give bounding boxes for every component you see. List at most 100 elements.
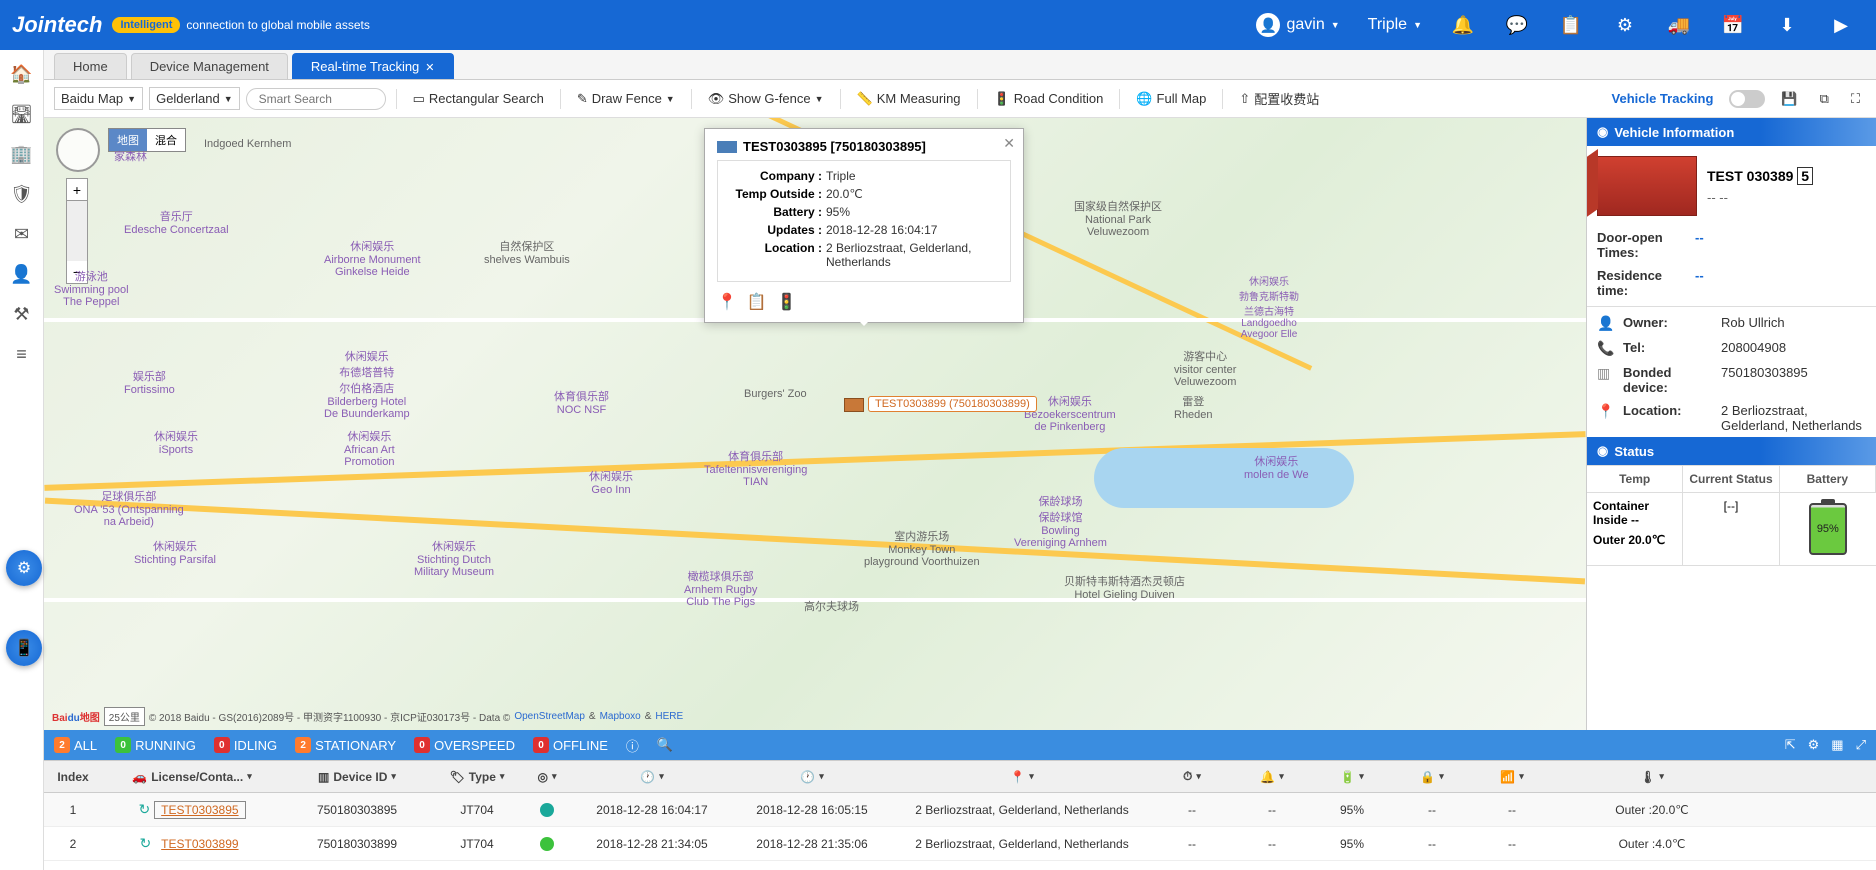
grid-icon[interactable]: ▦	[1831, 737, 1843, 753]
search-input[interactable]	[246, 88, 386, 110]
export-icon[interactable]: ⇱	[1785, 737, 1796, 753]
col-time2[interactable]: 🕐▾	[732, 770, 892, 784]
download-icon[interactable]: ⬇	[1764, 0, 1810, 50]
cell-license: ↻TEST0303899	[102, 835, 282, 852]
chat-icon[interactable]: 💬	[1494, 0, 1540, 50]
home-icon[interactable]: 🏠	[4, 56, 40, 92]
rect-search-button[interactable]: ▭Rectangular Search	[407, 87, 550, 111]
tab-device-mgmt[interactable]: Device Management	[131, 53, 288, 79]
tab-label: Home	[73, 59, 108, 74]
schedule-icon[interactable]: 📅	[1710, 0, 1756, 50]
panel-header-status[interactable]: ◉Status	[1587, 437, 1876, 465]
truck-icon[interactable]: 🚚	[1656, 0, 1702, 50]
license-link[interactable]: TEST0303899	[155, 836, 244, 852]
col-time1[interactable]: 🕐▾	[572, 770, 732, 784]
col-index[interactable]: Index	[44, 770, 102, 784]
popout-icon[interactable]: ⧉	[1814, 87, 1835, 111]
col-speed[interactable]: ⏱▾	[1152, 769, 1232, 784]
filter-stationary[interactable]: 2STATIONARY	[295, 737, 396, 753]
filter-overspeed[interactable]: 0OVERSPEED	[414, 737, 515, 753]
bell-icon[interactable]: 🔔	[1440, 0, 1486, 50]
info-icon[interactable]: ⓘ	[626, 736, 639, 755]
user-icon[interactable]: 👤	[4, 256, 40, 292]
filter-running[interactable]: 0RUNNING	[115, 737, 196, 753]
location-icon[interactable]: 📍	[717, 292, 737, 312]
refresh-icon[interactable]: ↻	[138, 801, 150, 818]
tab-realtime[interactable]: Real-time Tracking✕	[292, 53, 454, 79]
table-row[interactable]: 1 ↻TEST0303895 750180303895 JT704 2018-1…	[44, 793, 1876, 827]
tracking-toggle[interactable]	[1729, 90, 1765, 108]
panel-header-vehicle[interactable]: ◉Vehicle Information	[1587, 118, 1876, 146]
col-temp[interactable]: 🌡▾	[1552, 770, 1752, 784]
col-lock[interactable]: 🔒▾	[1392, 770, 1472, 784]
close-icon[interactable]: ✕	[425, 62, 434, 74]
col-battery[interactable]: 🔋▾	[1312, 770, 1392, 784]
shield-icon[interactable]: 🛡	[4, 176, 40, 212]
building-icon[interactable]: 🏢	[4, 136, 40, 172]
map-poi: 休闲娱乐 Stichting Dutch Military Museum	[414, 538, 494, 578]
route-icon[interactable]: 🛣	[4, 96, 40, 132]
col-license[interactable]: 🚗License/Conta...▾	[102, 770, 282, 784]
col-alarm[interactable]: 🔔▾	[1232, 770, 1312, 784]
map-provider-select[interactable]: Baidu Map▼	[54, 87, 143, 110]
status-dot-icon	[540, 837, 554, 851]
draw-fence-button[interactable]: ✎Draw Fence▼	[571, 87, 681, 111]
license-link[interactable]: TEST0303895	[154, 801, 245, 819]
chevron-down-icon: ▼	[224, 94, 233, 104]
col-type[interactable]: 🏷Type▾	[432, 770, 522, 784]
expand-icon[interactable]: ⤢	[1856, 737, 1866, 753]
km-measure-button[interactable]: 📏KM Measuring	[851, 87, 967, 111]
col-status[interactable]: ◎▾	[522, 770, 572, 784]
filter-idling[interactable]: 0IDLING	[214, 737, 277, 753]
close-icon[interactable]: ✕	[1003, 135, 1015, 152]
toll-icon: ⇧	[1239, 91, 1250, 107]
col-location[interactable]: 📍▾	[892, 770, 1152, 784]
cog-floating-icon[interactable]: ⚙	[6, 550, 42, 586]
col-signal[interactable]: 📶▾	[1472, 770, 1552, 784]
settings-icon[interactable]: ⚒	[4, 296, 40, 332]
attrib-link[interactable]: HERE	[655, 711, 683, 722]
map-poi: 贝斯特韦斯特酒杰灵顿店 Hotel Gieling Duiven	[1064, 573, 1185, 601]
filter-all[interactable]: 2ALL	[54, 737, 97, 753]
filter-offline[interactable]: 0OFFLINE	[533, 737, 608, 753]
layers-icon[interactable]: ≡	[4, 336, 40, 372]
map-pan-control[interactable]	[56, 128, 100, 172]
show-gfence-button[interactable]: 👁Show G-fence▼	[702, 87, 830, 111]
fullscreen-icon[interactable]: ⛶	[1845, 87, 1866, 111]
save-icon[interactable]: 💾	[1775, 87, 1803, 111]
table-row[interactable]: 2 ↻TEST0303899 750180303899 JT704 2018-1…	[44, 827, 1876, 861]
region-select[interactable]: Gelderland▼	[149, 87, 240, 110]
chevron-icon: ◉	[1597, 443, 1608, 459]
phone-floating-icon[interactable]: 📱	[6, 630, 42, 666]
attrib-link[interactable]: Mapboxo	[600, 711, 641, 722]
video-icon[interactable]: ▶	[1818, 0, 1864, 50]
cell: --	[1152, 803, 1232, 817]
gauge-icon: ⏱	[1183, 769, 1192, 784]
map-poi: 休闲娱乐 iSports	[154, 428, 198, 456]
road-condition-button[interactable]: 🚦Road Condition	[988, 87, 1110, 111]
search-icon[interactable]: 🔍	[657, 737, 673, 753]
map-canvas[interactable]: 地图 混合 + − 家森林 Indgoed Kernhem 音乐厅 Edesch…	[44, 118, 1586, 730]
full-map-button[interactable]: 🌐Full Map	[1130, 87, 1212, 111]
zoom-slider[interactable]	[67, 201, 87, 261]
mail-icon[interactable]: ✉	[4, 216, 40, 252]
device-marker[interactable]: TEST0303899 (750180303899)	[844, 398, 864, 412]
list-icon[interactable]: 📋	[747, 292, 767, 312]
zoom-in-button[interactable]: +	[67, 179, 87, 201]
separator	[1222, 89, 1223, 109]
user-menu[interactable]: 👤 gavin ▼	[1246, 9, 1349, 41]
location-row: 📍Location:2 Berliozstraat, Gelderland, N…	[1587, 399, 1876, 437]
map-type-hybrid[interactable]: 混合	[147, 129, 185, 151]
org-menu[interactable]: Triple ▼	[1358, 12, 1432, 38]
gear-icon[interactable]: ⚙	[1808, 737, 1820, 753]
select-value: Baidu Map	[61, 91, 123, 106]
toll-config-button[interactable]: ⇧配置收费站	[1233, 85, 1325, 112]
gear-icon[interactable]: ⚙	[1602, 0, 1648, 50]
calendar-icon[interactable]: 📋	[1548, 0, 1594, 50]
attrib-link[interactable]: OpenStreetMap	[514, 711, 585, 722]
tab-home[interactable]: Home	[54, 53, 127, 79]
device-table: Index 🚗License/Conta...▾ ▥Device ID▾ 🏷Ty…	[44, 760, 1876, 870]
traffic-icon[interactable]: 🚦	[777, 292, 797, 312]
refresh-icon[interactable]: ↻	[139, 835, 151, 852]
col-device-id[interactable]: ▥Device ID▾	[282, 770, 432, 784]
